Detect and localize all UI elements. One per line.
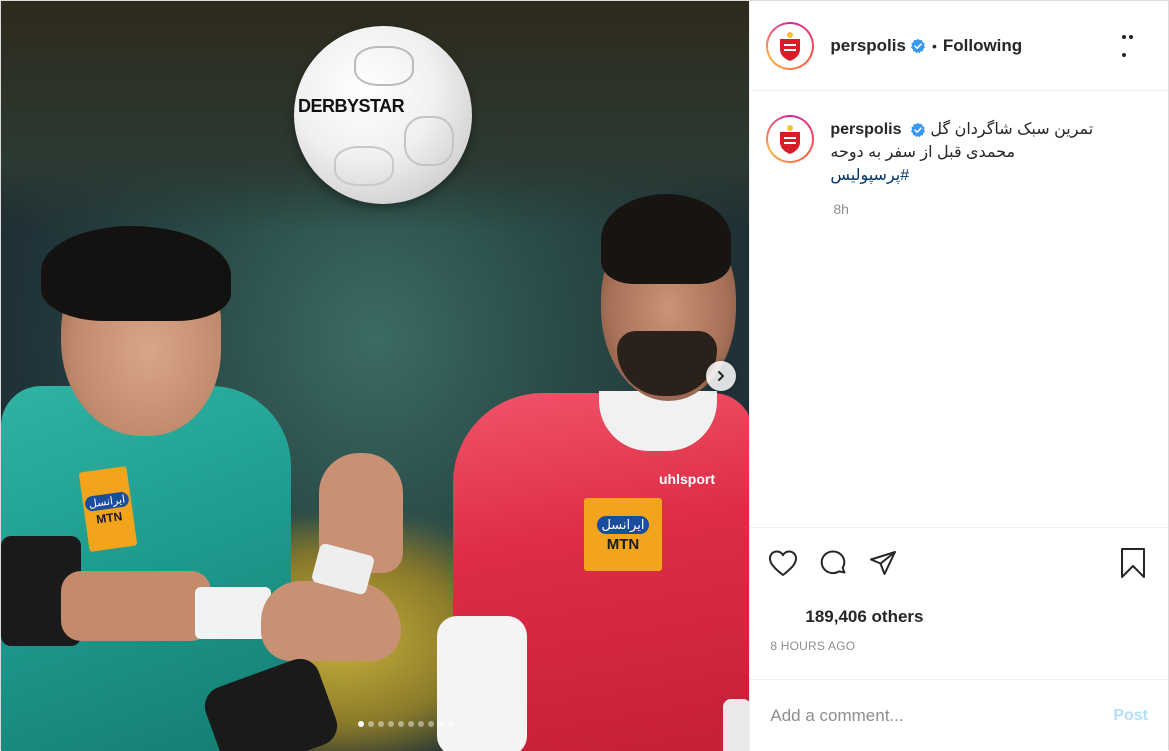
club-logo-icon xyxy=(771,26,810,65)
left-player-wrist-tape xyxy=(195,587,271,639)
ball-brand-text: DERBYSTAR xyxy=(298,96,405,116)
avatar-frame xyxy=(768,23,813,68)
left-player-arm xyxy=(61,571,211,641)
carousel-dot xyxy=(437,721,444,727)
carousel-dot xyxy=(407,721,414,727)
post-header: perspolis • Following xyxy=(750,1,1168,91)
avatar[interactable] xyxy=(766,21,815,70)
ball-seam xyxy=(334,146,394,186)
like-button[interactable] xyxy=(766,546,800,580)
ball-seam xyxy=(404,116,454,166)
post-dialog: DERBYSTAR ایرانسل MTN uhlsport ایرانسل M… xyxy=(0,0,1169,751)
sponsor-top-text: ایرانسل xyxy=(597,516,649,534)
save-button[interactable] xyxy=(1116,546,1150,580)
post-timestamp: 8 HOURS AGO xyxy=(770,639,856,653)
left-player-hand xyxy=(261,581,401,661)
heart-icon xyxy=(769,550,798,576)
bookmark-icon xyxy=(1121,547,1145,578)
verified-badge-icon xyxy=(910,38,925,53)
caption-text: perspolis تمرین سبک شاگردان گل محمدی قبل… xyxy=(830,115,1093,187)
right-player-hair xyxy=(601,194,731,284)
caption-time: 8h xyxy=(833,201,849,217)
caption-line-2: محمدی قبل از سفر به دوحه xyxy=(830,144,1016,161)
sponsor-bottom-text: MTN xyxy=(606,536,640,553)
right-player-sleeve xyxy=(437,616,527,751)
post-comment-button[interactable]: Post xyxy=(1113,707,1148,725)
carousel-indicator xyxy=(1,721,749,727)
caption: perspolis تمرین سبک شاگردان گل محمدی قبل… xyxy=(766,115,1152,187)
club-logo-icon xyxy=(771,120,810,158)
carousel-dot-active xyxy=(357,721,364,727)
carousel-dot xyxy=(377,721,384,727)
post-photo[interactable]: DERBYSTAR ایرانسل MTN uhlsport ایرانسل M… xyxy=(1,1,750,751)
caption-avatar[interactable] xyxy=(766,115,815,163)
carousel-dot xyxy=(427,721,434,727)
more-options-icon xyxy=(1120,26,1140,62)
comment-composer: Post xyxy=(750,679,1168,751)
right-player-sponsor-badge: ایرانسل MTN xyxy=(584,498,662,571)
post-sidebar: perspolis • Following perspolis تمرین سب… xyxy=(749,1,1168,751)
caption-line-1: تمرین سبک شاگردان گل xyxy=(930,121,1094,138)
caption-hashtag[interactable]: #پرسپولیس xyxy=(830,167,909,184)
share-button[interactable] xyxy=(866,546,900,580)
sponsor-bottom-text: MTN xyxy=(95,508,124,527)
verified-badge-icon xyxy=(910,122,925,137)
comment-button[interactable] xyxy=(816,546,850,580)
carousel-dot xyxy=(417,721,424,727)
likes-count[interactable]: 189,406 others xyxy=(750,597,1168,633)
action-bar xyxy=(750,527,1168,597)
comments-area: perspolis تمرین سبک شاگردان گل محمدی قبل… xyxy=(750,91,1168,527)
comment-bubble-icon xyxy=(821,550,846,574)
carousel-dot xyxy=(387,721,394,727)
account-username[interactable]: perspolis xyxy=(830,36,906,56)
caption-username[interactable]: perspolis xyxy=(830,121,901,138)
next-slide-button[interactable] xyxy=(706,361,736,391)
carousel-dot xyxy=(367,721,374,727)
chevron-right-icon xyxy=(718,371,724,381)
ball-seam xyxy=(354,46,414,86)
following-button[interactable]: Following xyxy=(943,36,1022,56)
sponsor-top-text: ایرانسل xyxy=(83,490,130,512)
football: DERBYSTAR xyxy=(294,26,472,204)
avatar-frame xyxy=(768,117,813,161)
paper-plane-icon xyxy=(870,550,897,575)
more-options-button[interactable] xyxy=(1120,34,1140,57)
left-player-hair xyxy=(41,226,231,321)
separator-dot: • xyxy=(931,37,937,54)
kit-brand-logo: uhlsport xyxy=(659,471,715,487)
carousel-dot xyxy=(397,721,404,727)
comment-input[interactable] xyxy=(770,705,1114,726)
carousel-dot xyxy=(447,721,454,727)
